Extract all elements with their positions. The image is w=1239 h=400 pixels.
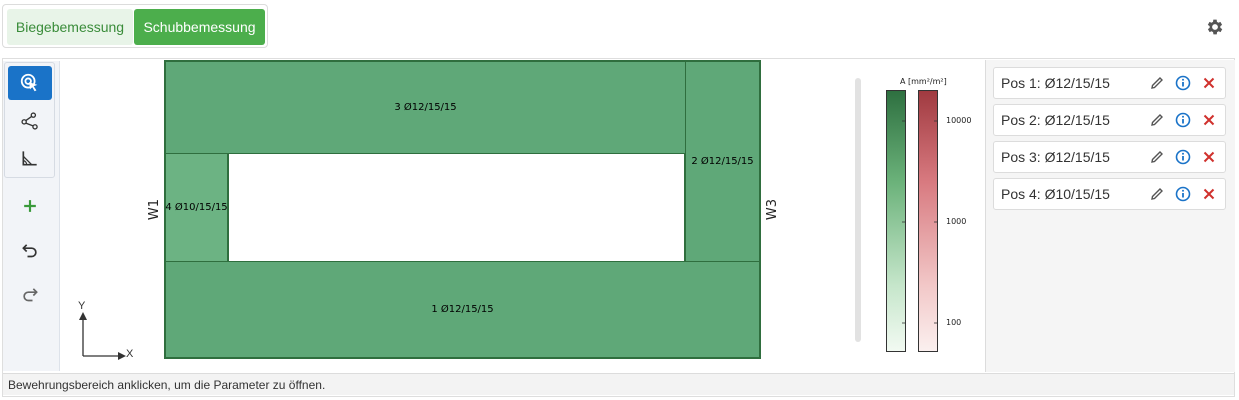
info-icon[interactable]: [1175, 149, 1191, 165]
redo-button[interactable]: [8, 276, 52, 310]
undo-button[interactable]: [8, 232, 52, 266]
position-label: Pos 4: Ø10/15/15: [1001, 186, 1110, 202]
axis-x-label: X: [126, 348, 134, 360]
colorbar-ticks: [902, 120, 938, 324]
tab-schubbemessung[interactable]: Schubbemessung: [134, 9, 265, 45]
legend-tick: 1000: [946, 217, 967, 226]
region-label: 3 Ø12/15/15: [394, 102, 457, 113]
delete-x-icon[interactable]: [1201, 75, 1217, 91]
legend-tick: 100: [946, 318, 962, 327]
edit-pencil-icon[interactable]: [1149, 186, 1165, 202]
undo-icon: [22, 244, 37, 258]
add-button[interactable]: [8, 189, 52, 223]
legend-tick: 10000: [946, 116, 972, 125]
region-label: 2 Ø12/15/15: [691, 156, 754, 167]
edit-pencil-icon[interactable]: [1149, 75, 1165, 91]
region-label: 1 Ø12/15/15: [431, 304, 494, 315]
wall-label-left: W1: [147, 198, 163, 221]
region-4[interactable]: 4 Ø10/15/15: [165, 153, 228, 262]
info-icon[interactable]: [1175, 75, 1191, 91]
vertical-scrollbar[interactable]: [855, 78, 861, 342]
position-label: Pos 3: Ø12/15/15: [1001, 149, 1110, 165]
polyline-tool-button[interactable]: [8, 104, 52, 138]
select-cursor-icon: [20, 73, 38, 92]
info-icon[interactable]: [1175, 112, 1191, 128]
select-tool-button[interactable]: [8, 66, 52, 100]
delete-x-icon[interactable]: [1201, 186, 1217, 202]
region-3[interactable]: 3 Ø12/15/15: [165, 61, 686, 154]
delete-x-icon[interactable]: [1201, 112, 1217, 128]
position-item-2[interactable]: Pos 2: Ø12/15/15: [993, 104, 1226, 136]
wall-label-right: W3: [765, 198, 781, 221]
region-2[interactable]: 2 Ø12/15/15: [685, 61, 760, 262]
gear-icon[interactable]: [1205, 17, 1225, 37]
opening: [228, 153, 685, 262]
delete-x-icon[interactable]: [1201, 149, 1217, 165]
position-label: Pos 2: Ø12/15/15: [1001, 112, 1110, 128]
edit-pencil-icon[interactable]: [1149, 112, 1165, 128]
region-label: 4 Ø10/15/15: [165, 202, 228, 213]
mode-tab-group: Biegebemessung Schubbemessung: [2, 4, 268, 48]
add-icon: [24, 200, 36, 212]
position-label: Pos 1: Ø12/15/15: [1001, 75, 1110, 91]
region-1[interactable]: 1 Ø12/15/15: [165, 261, 760, 358]
info-icon[interactable]: [1175, 186, 1191, 202]
position-item-4[interactable]: Pos 4: Ø10/15/15: [993, 178, 1226, 210]
position-item-3[interactable]: Pos 3: Ø12/15/15: [993, 141, 1226, 173]
angle-tool-button[interactable]: [8, 141, 52, 175]
redo-icon: [23, 288, 38, 302]
polyline-nodes-icon: [21, 112, 38, 130]
position-item-1[interactable]: Pos 1: Ø12/15/15: [993, 67, 1226, 99]
edit-pencil-icon[interactable]: [1149, 149, 1165, 165]
status-bar: Bewehrungsbereich anklicken, um die Para…: [3, 373, 1234, 395]
axis-y-label: Y: [78, 300, 86, 312]
tab-biegebemessung[interactable]: Biegebemessung: [7, 9, 133, 45]
angle-measure-icon: [22, 151, 37, 166]
legend-title: A [mm²/m²]: [900, 77, 947, 86]
